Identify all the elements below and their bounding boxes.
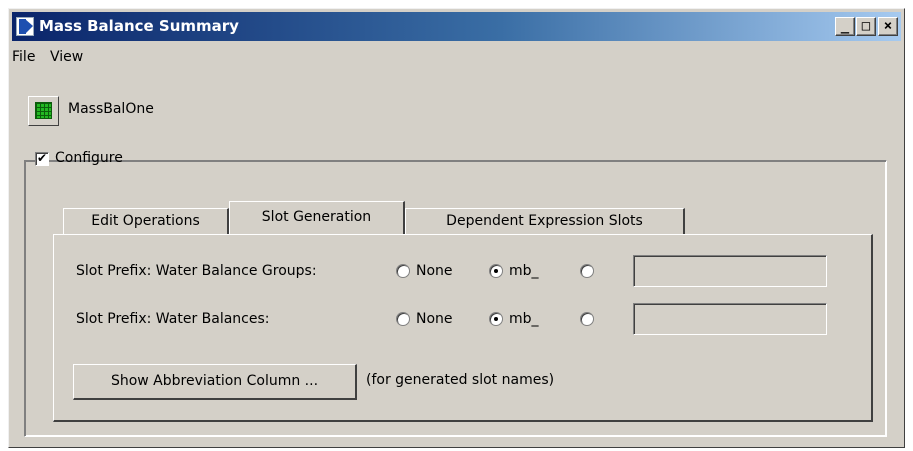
minimize-button[interactable]: _ [835,17,855,36]
balances-none-label: None [416,311,453,327]
groups-custom-prefix-field[interactable] [633,255,827,287]
balances-mb-radio[interactable] [489,312,503,326]
configure-toggle[interactable]: ✔ Configure [35,150,123,172]
tab-edit-operations[interactable]: Edit Operations [63,208,229,234]
menu-view[interactable]: View [50,49,83,65]
maximize-button[interactable]: □ [856,17,876,36]
close-button[interactable]: × [878,17,898,36]
groups-mb-label: mb_ [509,263,539,279]
abbreviation-note: (for generated slot names) [366,372,555,388]
groups-mb-radio[interactable] [489,264,503,278]
window-title: Mass Balance Summary [39,17,239,35]
balances-mb-label: mb_ [509,311,539,327]
water-balance-groups-label: Slot Prefix: Water Balance Groups: [76,263,317,279]
balances-none-radio[interactable] [396,312,410,326]
tab-slot-generation[interactable]: Slot Generation [229,201,405,234]
configure-label: Configure [55,150,123,166]
grid-table-icon [35,102,52,119]
groups-none-label: None [416,263,453,279]
show-abbreviation-column-button[interactable]: Show Abbreviation Column ... [73,364,357,400]
title-bar[interactable]: Mass Balance Summary _ □ × [12,12,901,41]
groups-none-radio[interactable] [396,264,410,278]
tab-dependent-expression-slots[interactable]: Dependent Expression Slots [405,208,685,234]
menu-file[interactable]: File [12,49,35,65]
configure-checkbox[interactable]: ✔ [35,152,49,166]
app-logo-icon [16,17,34,36]
object-icon-button[interactable] [28,96,59,126]
water-balances-label: Slot Prefix: Water Balances: [76,311,270,327]
object-name: MassBalOne [68,101,154,117]
balances-custom-radio[interactable] [580,312,594,326]
groups-custom-radio[interactable] [580,264,594,278]
balances-custom-prefix-field[interactable] [633,303,827,335]
menu-bar: File View [12,45,901,71]
